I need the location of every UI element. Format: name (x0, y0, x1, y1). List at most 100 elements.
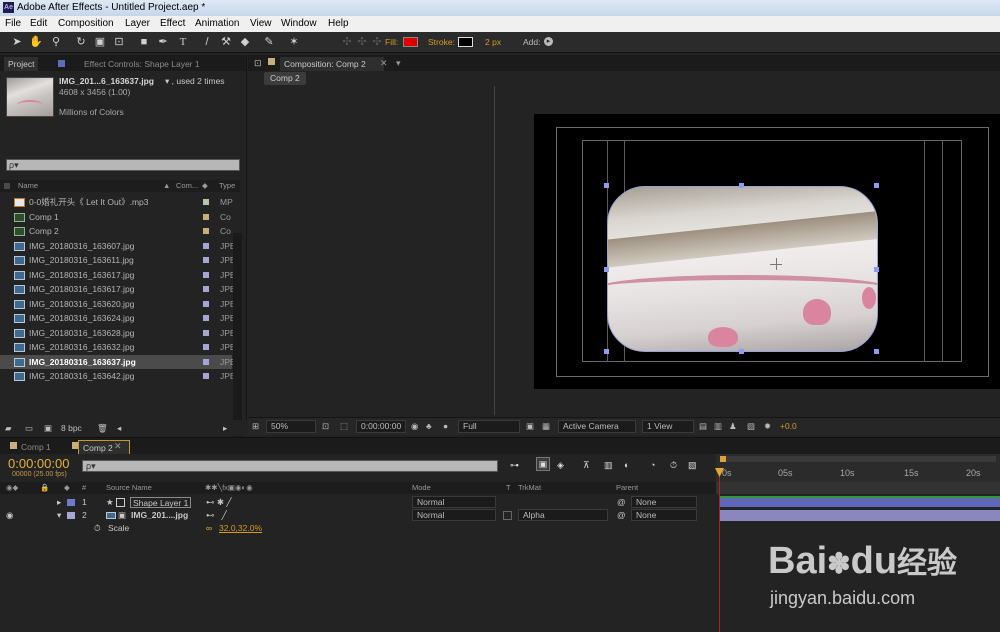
label-swatch[interactable] (203, 199, 209, 205)
transparency-grid-icon[interactable]: ▦ (542, 418, 550, 434)
property-value[interactable]: 32.0,32.0% (219, 522, 262, 535)
tab-comp-2[interactable]: Comp 2 (78, 440, 130, 454)
toggle-pixel-icon[interactable]: ▤ (699, 418, 707, 434)
project-item[interactable]: IMG_20180316_163617.jpg JPE (0, 268, 236, 283)
blend-mode-dropdown[interactable]: Normal (412, 496, 496, 508)
brainstorm-icon[interactable]: ◔ (650, 460, 655, 470)
project-item[interactable]: IMG_20180316_163632.jpg JPE (0, 340, 236, 355)
comp-canvas[interactable] (534, 114, 1000, 389)
axis-view-icon[interactable]: ✣ (370, 35, 384, 49)
project-item[interactable]: IMG_20180316_163617.jpg JPE (0, 282, 236, 297)
label-swatch[interactable] (203, 286, 209, 292)
tab-comp-1[interactable]: Comp 1 (17, 440, 55, 454)
menu-effect[interactable]: Effect (160, 16, 185, 32)
bounding-handle[interactable] (739, 349, 744, 354)
menu-layer[interactable]: Layer (125, 16, 150, 32)
pickwhip-icon[interactable]: @ (617, 509, 626, 522)
bounding-handle[interactable] (874, 267, 879, 272)
project-item[interactable]: IMG_20180316_163642.jpg JPE (0, 369, 236, 384)
pickwhip-icon[interactable]: @ (617, 496, 626, 509)
hand-tool-icon[interactable]: ✋ (29, 35, 43, 49)
menu-edit[interactable]: Edit (30, 16, 47, 32)
show-snapshot-icon[interactable]: ♣ (426, 418, 432, 434)
frame-blending-icon[interactable]: ▥ (604, 460, 613, 471)
project-item[interactable]: Comp 1 Co (0, 210, 232, 225)
stroke-swatch[interactable] (458, 37, 473, 47)
rotate-tool-icon[interactable]: ↻ (74, 35, 88, 49)
project-item[interactable]: Comp 2 Co (0, 224, 232, 239)
magnification-dropdown[interactable]: 50% (266, 420, 316, 433)
expand-arrow-icon[interactable]: ▸ (57, 496, 61, 509)
label-swatch[interactable] (203, 271, 209, 278)
timeline-search-input[interactable]: ρ▾ (82, 460, 498, 472)
trash-icon[interactable]: 🗑 (97, 420, 108, 436)
fast-preview-icon[interactable]: ▣ (526, 418, 534, 434)
zoom-tool-icon[interactable]: ⚲ (49, 35, 63, 49)
exposure-icon[interactable]: ✹ (764, 418, 771, 434)
bounding-handle[interactable] (874, 349, 879, 354)
selection-tool-icon[interactable]: ➤ (10, 35, 24, 49)
comp-flowchart-icon[interactable]: ♟ (729, 418, 737, 434)
always-preview-icon[interactable]: ⊞ (252, 418, 259, 434)
menu-window[interactable]: Window (281, 16, 317, 32)
preserve-transparency-checkbox[interactable] (503, 511, 512, 520)
channel-icon[interactable]: ● (443, 418, 448, 434)
layer-bar-shape[interactable] (720, 496, 1000, 507)
label-swatch[interactable] (203, 213, 209, 220)
exposure-value[interactable]: +0.0 (780, 418, 797, 434)
project-item[interactable]: 0-0婚礼开头《 Let It Out》.mp3 MP (0, 195, 233, 210)
draft3d-icon[interactable]: ▨ (747, 418, 755, 434)
menu-composition[interactable]: Composition (58, 16, 114, 32)
camera-dropdown[interactable]: Active Camera (558, 420, 636, 433)
col-name[interactable]: Name (18, 180, 38, 192)
draft-3d-icon[interactable]: ◈ (557, 460, 564, 471)
comp-viewer[interactable] (248, 86, 1000, 415)
collapse-switch-icon[interactable]: ⊷ ╱ (206, 509, 227, 522)
layer-label-swatch[interactable] (67, 512, 75, 519)
roto-brush-tool-icon[interactable]: ✎ (262, 35, 276, 49)
fill-swatch[interactable] (403, 37, 418, 47)
panel-menu-icon[interactable]: ▾ (396, 58, 401, 69)
stopwatch-icon[interactable]: ⏱ (670, 460, 677, 471)
bounding-handle[interactable] (604, 349, 609, 354)
stopwatch-icon[interactable]: ⏱ (94, 522, 101, 535)
work-area-bar[interactable] (716, 482, 1000, 494)
motion-blur-icon[interactable]: ◐ (624, 460, 629, 470)
label-swatch[interactable] (203, 242, 209, 249)
project-item[interactable]: IMG_20180316_163611.jpg JPE (0, 253, 236, 268)
axis-local-icon[interactable]: ✣ (340, 35, 354, 49)
layer-row[interactable]: ▸ 1 ★ Shape Layer 1 ⊷ ✱ ╱ Normal @ None (0, 496, 716, 509)
resolution-icon[interactable]: ⊡ (322, 418, 329, 434)
comp-mini-flowchart-icon[interactable]: ⊶ (510, 460, 519, 471)
expand-arrow-icon[interactable]: ▾ (57, 509, 61, 522)
tab-effect-controls[interactable]: Effect Controls: Shape Layer 1 (80, 57, 204, 71)
trkmat-dropdown[interactable]: Alpha (518, 509, 608, 521)
views-dropdown[interactable]: 1 View (642, 420, 694, 433)
axis-world-icon[interactable]: ✣ (355, 35, 369, 49)
project-item[interactable]: IMG_20180316_163637.jpg JPE (0, 354, 236, 369)
layer-bar-image[interactable] (720, 510, 1000, 521)
close-tab-icon[interactable]: ✕ (114, 441, 122, 452)
col-comment[interactable]: Com... (176, 180, 198, 192)
add-menu-icon[interactable]: ▸ (544, 37, 553, 46)
pan-behind-tool-icon[interactable]: ⊡ (112, 35, 126, 49)
scroll-right-icon[interactable]: ▸ (223, 420, 227, 436)
project-item[interactable]: IMG_20180316_163620.jpg JPE (0, 297, 236, 312)
bounding-handle[interactable] (739, 183, 744, 188)
project-item[interactable]: IMG_20180316_163607.jpg JPE (0, 239, 236, 254)
label-swatch[interactable] (203, 300, 209, 307)
eraser-tool-icon[interactable]: ◆ (238, 35, 252, 49)
project-item[interactable]: IMG_20180316_163624.jpg JPE (0, 311, 236, 326)
menu-file[interactable]: File (5, 16, 21, 32)
video-eye-icon[interactable]: ◉ (6, 509, 13, 522)
menu-animation[interactable]: Animation (195, 16, 239, 32)
layer-row[interactable]: ◉ ▾ 2 ▣ IMG_201....jpg ⊷ ╱ Normal Alpha … (0, 509, 716, 522)
label-swatch[interactable] (203, 344, 209, 350)
label-swatch[interactable] (203, 358, 209, 365)
type-tool-icon[interactable]: T (176, 35, 190, 49)
time-navigator[interactable] (720, 456, 996, 462)
hide-shy-icon[interactable]: ⊼ (583, 460, 590, 471)
puppet-tool-icon[interactable]: ✶ (287, 35, 301, 49)
resolution-dropdown[interactable]: Full (458, 420, 520, 433)
close-tab-icon[interactable]: ✕ (380, 58, 388, 69)
